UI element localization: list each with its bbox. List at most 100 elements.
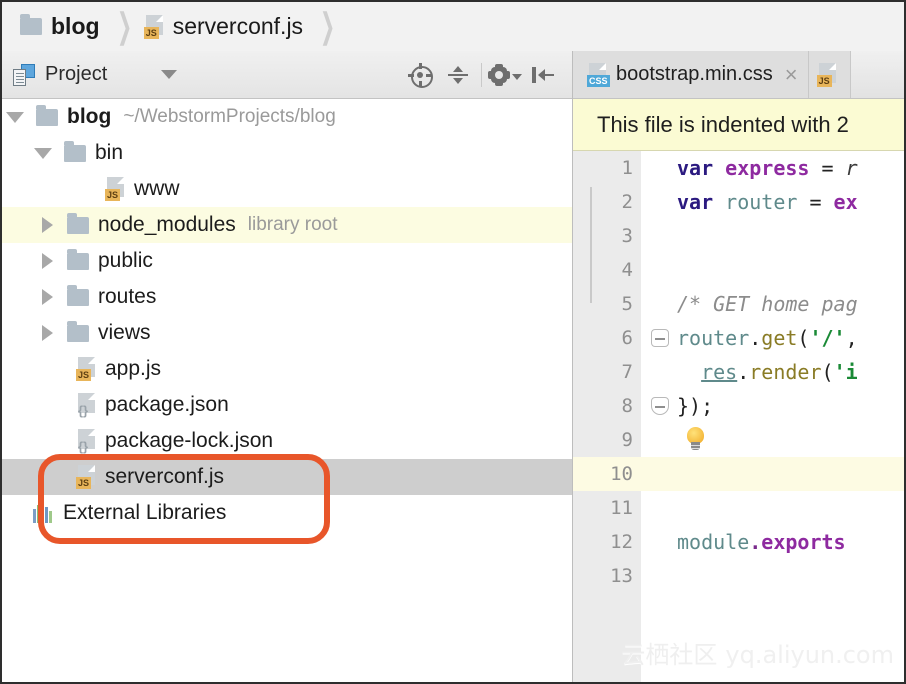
close-icon[interactable]: × [785, 63, 798, 86]
tree-item-label: node_modules [98, 213, 236, 236]
tree-row-external-libraries[interactable]: External Libraries [2, 495, 572, 531]
external-libraries-icon [32, 503, 54, 523]
chevron-down-icon[interactable] [6, 111, 24, 123]
folder-icon [67, 248, 89, 270]
panel-toolbar [401, 51, 572, 98]
tree-empty-area [2, 562, 572, 682]
tree-item-label: package.json [105, 393, 229, 416]
line-number: 7 [621, 361, 633, 383]
fold-collapse-icon[interactable] [651, 329, 669, 347]
chevron-right-icon[interactable] [42, 253, 53, 269]
watermark-cn: 云栖社区 [621, 641, 718, 669]
folder-icon [64, 140, 86, 162]
line-number: 4 [621, 259, 633, 281]
fold-end-icon[interactable] [651, 397, 669, 415]
collapse-all-icon [447, 64, 469, 86]
toolbar-divider [481, 62, 482, 87]
scroll-from-source-icon [408, 62, 433, 88]
line-number: 12 [610, 531, 633, 553]
breadcrumb-label: serverconf.js [172, 13, 304, 39]
scroll-from-source-button[interactable] [401, 51, 439, 98]
tree-row-serverconf-js[interactable]: JS serverconf.js [2, 459, 572, 495]
line-number: 11 [610, 497, 633, 519]
folder-icon [67, 320, 89, 342]
tree-row-app-js[interactable]: JS app.js [2, 351, 572, 387]
tab-next-file[interactable]: JS [808, 51, 851, 98]
tree-item-note: ~/WebstormProjects/blog [123, 106, 336, 127]
json-file-icon: {} [76, 429, 96, 453]
line-number: 9 [621, 429, 633, 451]
editor-tab-bar: CSS bootstrap.min.css × JS [573, 51, 904, 99]
code-line: var router = ex [677, 190, 858, 214]
chevron-down-icon[interactable] [161, 70, 178, 79]
tab-bootstrap-min-css[interactable]: CSS bootstrap.min.css × [573, 51, 809, 98]
hide-panel-button[interactable] [524, 51, 562, 98]
folder-icon [20, 14, 42, 35]
editor-area: CSS bootstrap.min.css × JS This file is … [572, 51, 904, 682]
tree-item-label: blog [67, 105, 112, 128]
tree-row-www[interactable]: JS www [2, 171, 572, 207]
line-number: 5 [621, 293, 633, 315]
js-file-icon: JS [816, 62, 837, 87]
js-file-icon: JS [105, 177, 125, 201]
line-number: 13 [610, 565, 633, 587]
breadcrumb-separator-icon: ❯ [320, 6, 336, 45]
line-number: 1 [621, 157, 633, 179]
chevron-right-icon[interactable] [42, 289, 53, 305]
chevron-right-icon[interactable] [42, 325, 53, 341]
tree-row-views[interactable]: views [2, 315, 572, 351]
watermark: 云栖社区 yq.aliyun.com [621, 635, 894, 670]
tree-item-label: public [98, 249, 153, 272]
folder-icon [67, 212, 89, 234]
tree-row-package-json[interactable]: {} package.json [2, 387, 572, 423]
tree-row-bin[interactable]: bin [2, 135, 572, 171]
breadcrumb: blog ❯ JS serverconf.js ❯ [2, 2, 904, 51]
collapse-all-button[interactable] [439, 51, 477, 98]
webstorm-window: blog ❯ JS serverconf.js ❯ Project blog ~… [0, 0, 906, 684]
code-line: module.exports [677, 530, 846, 554]
tree-row-blog[interactable]: blog ~/WebstormProjects/blog [2, 99, 572, 135]
tree-item-label: routes [98, 285, 157, 308]
chevron-down-icon[interactable] [34, 147, 52, 159]
tree-row-routes[interactable]: routes [2, 279, 572, 315]
line-number: 10 [610, 463, 633, 485]
tree-row-package-lock-json[interactable]: {} package-lock.json [2, 423, 572, 459]
code-viewport[interactable]: 1 var express = r 2 var router = ex 3 4 … [573, 151, 904, 682]
code-line: res.render('i [701, 360, 858, 384]
tree-item-label: views [98, 321, 151, 344]
line-number: 6 [621, 327, 633, 349]
folder-icon [67, 284, 89, 306]
chevron-down-icon [512, 73, 522, 80]
tree-row-node-modules[interactable]: node_modules library root [2, 207, 572, 243]
tab-label: bootstrap.min.css [616, 63, 773, 85]
project-view-icon [13, 63, 35, 86]
breadcrumb-item-blog[interactable]: blog [20, 2, 100, 51]
code-line: /* GET home pag [677, 292, 858, 316]
watermark-url: yq.aliyun.com [725, 641, 894, 669]
breadcrumb-item-serverconf[interactable]: JS serverconf.js [143, 2, 304, 51]
breadcrumb-label: blog [51, 13, 100, 39]
code-line: router.get('/', [677, 326, 858, 350]
tree-row-public[interactable]: public [2, 243, 572, 279]
project-panel-header: Project [2, 51, 572, 99]
js-file-icon: JS [76, 357, 96, 381]
css-file-icon: CSS [587, 62, 610, 87]
js-file-icon: JS [76, 465, 96, 489]
chevron-right-icon[interactable] [42, 217, 53, 233]
code-line: }); [677, 394, 714, 418]
intention-bulb-icon[interactable] [685, 427, 707, 453]
tree-item-note: library root [247, 214, 338, 235]
tree-item-label: app.js [105, 357, 162, 380]
tree-item-label: External Libraries [63, 501, 227, 524]
json-file-icon: {} [76, 393, 96, 417]
indent-notification-bar[interactable]: This file is indented with 2 [573, 99, 904, 151]
tree-item-label: www [134, 177, 180, 200]
code-line: var express = r [677, 156, 858, 180]
notification-text: This file is indented with 2 [597, 111, 849, 137]
line-number: 8 [621, 395, 633, 417]
folder-icon [36, 104, 58, 126]
settings-gear-icon [488, 63, 510, 86]
settings-gear-button[interactable] [486, 51, 524, 98]
tree-item-label: bin [95, 141, 124, 164]
js-file-icon: JS [143, 14, 164, 39]
